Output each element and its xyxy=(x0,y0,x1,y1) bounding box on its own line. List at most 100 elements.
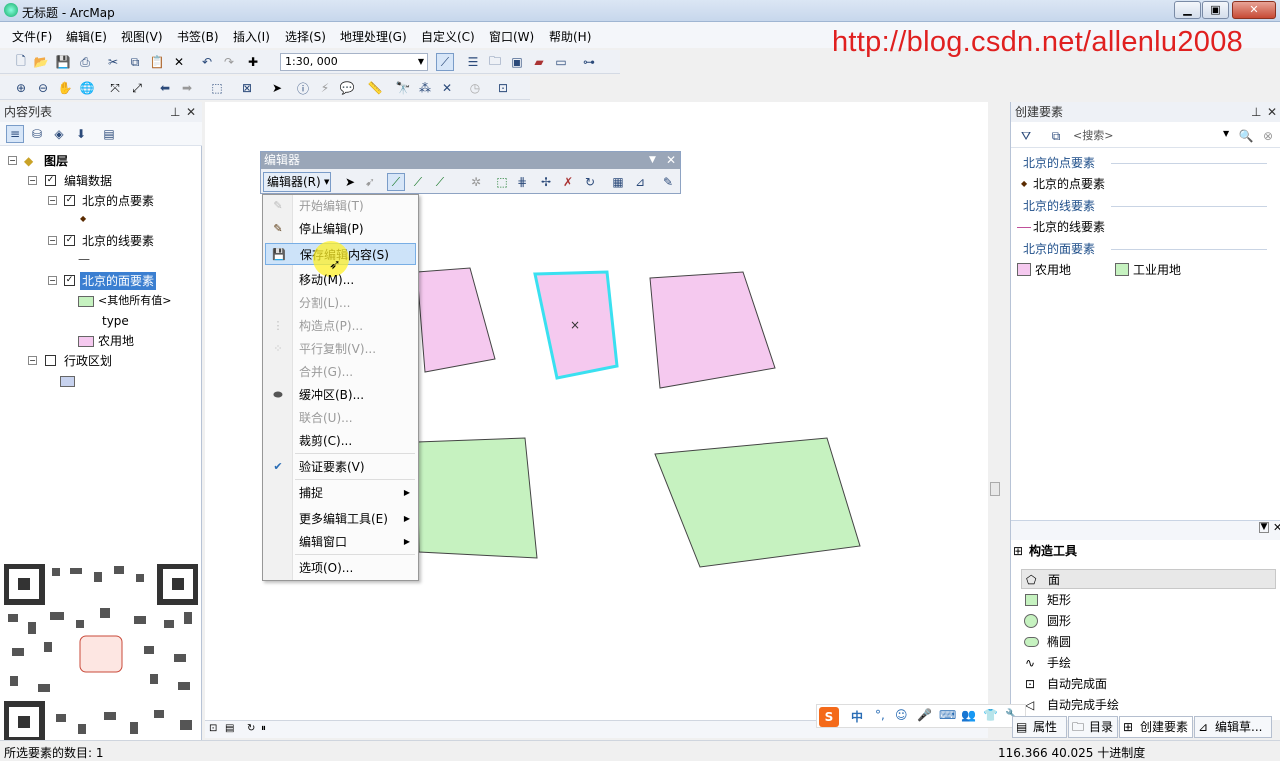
edit-vertices-icon[interactable]: ⬚ xyxy=(493,173,511,191)
collapse-icon[interactable]: − xyxy=(48,276,57,285)
html-popup-icon[interactable]: 💬 xyxy=(338,79,356,97)
menu-options[interactable]: 选项(O)... xyxy=(265,557,416,579)
paste-icon[interactable]: 📋 xyxy=(148,53,166,71)
tree-layer-admin[interactable]: − 行政区划 xyxy=(28,352,198,370)
menu-help[interactable]: 帮助(H) xyxy=(549,28,591,45)
menu-start-editing[interactable]: ✎ 开始编辑(T) xyxy=(265,195,416,217)
cut-icon[interactable]: ✂ xyxy=(104,53,122,71)
collapse-icon[interactable]: − xyxy=(28,176,37,185)
select-elements-icon[interactable]: ➤ xyxy=(268,79,286,97)
tab-attributes[interactable]: ▤ 属性 xyxy=(1012,716,1067,738)
pan-icon[interactable]: ✋ xyxy=(56,79,74,97)
microphone-icon[interactable]: 🎤 xyxy=(917,708,932,722)
menu-clip[interactable]: 裁剪(C)... xyxy=(265,430,416,452)
menu-bookmarks[interactable]: 书签(B) xyxy=(177,28,219,45)
edit-annotation-icon[interactable]: ➹ xyxy=(361,173,379,191)
collapse-icon[interactable]: − xyxy=(28,356,37,365)
chevron-down-icon[interactable]: ▼ xyxy=(1223,129,1229,138)
tool-auto-complete-polygon[interactable]: ⊡ 自动完成面 xyxy=(1021,674,1276,694)
pin-icon[interactable]: ⊥ xyxy=(1251,102,1261,122)
menu-validate-features[interactable]: ✔ 验证要素(V) xyxy=(265,456,416,478)
open-icon[interactable]: 📂 xyxy=(32,53,50,71)
tool-freehand[interactable]: ∿ 手绘 xyxy=(1021,653,1276,673)
redo-icon[interactable]: ↷ xyxy=(220,53,238,71)
attributes-icon[interactable]: ▦ xyxy=(609,173,627,191)
pin-icon[interactable]: ⊥ xyxy=(170,102,180,122)
save-icon[interactable]: 💾 xyxy=(54,53,72,71)
list-by-drawing-order-icon[interactable]: ≡ xyxy=(6,125,24,143)
menu-copy-parallel[interactable]: ⁘ 平行复制(V)... xyxy=(265,338,416,360)
visibility-checkbox[interactable] xyxy=(45,355,56,366)
skin-icon[interactable]: 👕 xyxy=(983,708,998,722)
punctuation-icon[interactable]: °, xyxy=(875,708,885,722)
straight-segment-icon[interactable]: ⟋ xyxy=(387,173,405,191)
copy-icon[interactable]: ⧉ xyxy=(126,53,144,71)
editor-menu-button[interactable]: 编辑器(R) ▼ xyxy=(263,172,331,192)
hyperlink-icon[interactable]: ⚡ xyxy=(316,79,334,97)
menu-insert[interactable]: 插入(I) xyxy=(233,28,270,45)
tree-group-edit-data[interactable]: − ✓ 编辑数据 xyxy=(28,172,198,190)
time-slider-icon[interactable]: ◷ xyxy=(466,79,484,97)
list-by-selection-icon[interactable]: ⬇ xyxy=(72,125,90,143)
fixed-zoom-out-icon[interactable]: ⤢ xyxy=(128,79,146,97)
close-icon[interactable]: ✕ xyxy=(1273,521,1280,534)
pause-drawing-icon[interactable]: ⏸ xyxy=(261,723,266,734)
menu-merge[interactable]: 合并(G)... xyxy=(265,361,416,383)
undo-icon[interactable]: ↶ xyxy=(198,53,216,71)
table-of-contents-icon[interactable]: ☰ xyxy=(464,53,482,71)
menu-file[interactable]: 文件(F) xyxy=(12,28,52,45)
menu-editing-windows[interactable]: 编辑窗口 ▶ xyxy=(265,531,416,553)
options-icon[interactable]: ▤ xyxy=(100,125,118,143)
tree-layer-lines[interactable]: − ✓ 北京的线要素 xyxy=(48,232,198,250)
create-features-icon[interactable]: ✎ xyxy=(659,173,677,191)
sogou-logo-icon[interactable]: S xyxy=(819,707,839,727)
menu-move[interactable]: 移动(M)... xyxy=(265,269,416,291)
tab-create-features[interactable]: ⊞ 创建要素 xyxy=(1119,716,1193,738)
sketch-properties-icon[interactable]: ⊿ xyxy=(631,173,649,191)
menu-split[interactable]: 分割(L)... xyxy=(265,292,416,314)
close-icon[interactable]: ✕ xyxy=(666,152,676,169)
visibility-checkbox[interactable]: ✓ xyxy=(64,235,75,246)
visibility-checkbox[interactable]: ✓ xyxy=(64,275,75,286)
menu-more-editing-tools[interactable]: 更多编辑工具(E) ▶ xyxy=(265,508,416,530)
arctoolbox-icon[interactable]: ▰ xyxy=(530,53,548,71)
back-extent-icon[interactable]: ⬅ xyxy=(156,79,174,97)
collapse-icon[interactable]: − xyxy=(48,236,57,245)
model-builder-icon[interactable]: ⊶ xyxy=(580,53,598,71)
template-search-input[interactable]: <搜索> xyxy=(1069,127,1233,145)
tool-circle[interactable]: 圆形 xyxy=(1021,611,1276,631)
measure-icon[interactable]: 📏 xyxy=(366,79,384,97)
search-icon[interactable]: 🔍 xyxy=(1237,127,1255,145)
layout-view-icon[interactable]: ▤ xyxy=(225,723,234,734)
close-button[interactable]: ✕ xyxy=(1232,1,1276,19)
menu-union[interactable]: 联合(U)... xyxy=(265,407,416,429)
add-data-icon[interactable]: ✚ xyxy=(244,53,262,71)
industrial-polygon-1[interactable] xyxy=(416,437,538,559)
map-scale-select[interactable]: 1:30, 000 ▼ xyxy=(280,53,428,71)
farmland-polygon-1[interactable] xyxy=(416,267,496,373)
menu-windows[interactable]: 窗口(W) xyxy=(489,28,534,45)
refresh-icon[interactable]: ↻ xyxy=(247,723,255,734)
collapse-icon[interactable]: − xyxy=(8,156,17,165)
catalog-icon[interactable]: 🗀 xyxy=(486,53,504,71)
emoji-icon[interactable]: ☺ xyxy=(895,708,908,722)
find-route-icon[interactable]: ⁂ xyxy=(416,79,434,97)
identify-icon[interactable]: ⓘ xyxy=(294,79,312,97)
point-snap-icon[interactable]: ✲ xyxy=(467,173,485,191)
editor-toolbar-toggle-icon[interactable]: ⟋ xyxy=(436,53,454,71)
tree-layer-points[interactable]: − ✓ 北京的点要素 xyxy=(48,192,198,210)
select-features-icon[interactable]: ⬚ xyxy=(208,79,226,97)
cut-polygons-icon[interactable]: ✢ xyxy=(537,173,555,191)
delete-icon[interactable]: ✕ xyxy=(170,53,188,71)
clear-selection-icon[interactable]: ⊠ xyxy=(238,79,256,97)
menu-buffer[interactable]: ⬬ 缓冲区(B)... xyxy=(265,384,416,406)
arc-segment-icon[interactable]: ⟋ xyxy=(431,173,449,191)
tool-polygon[interactable]: ⬠ 面 xyxy=(1021,569,1276,589)
menu-view[interactable]: 视图(V) xyxy=(121,28,163,45)
organize-templates-icon[interactable]: ⧉ xyxy=(1047,127,1065,145)
python-window-icon[interactable]: ▭ xyxy=(552,53,570,71)
tool-rectangle[interactable]: 矩形 xyxy=(1021,590,1276,610)
menu-geoprocessing[interactable]: 地理处理(G) xyxy=(340,28,407,45)
chevron-down-icon[interactable]: ▼ xyxy=(649,152,656,169)
collapse-icon[interactable]: − xyxy=(48,196,57,205)
